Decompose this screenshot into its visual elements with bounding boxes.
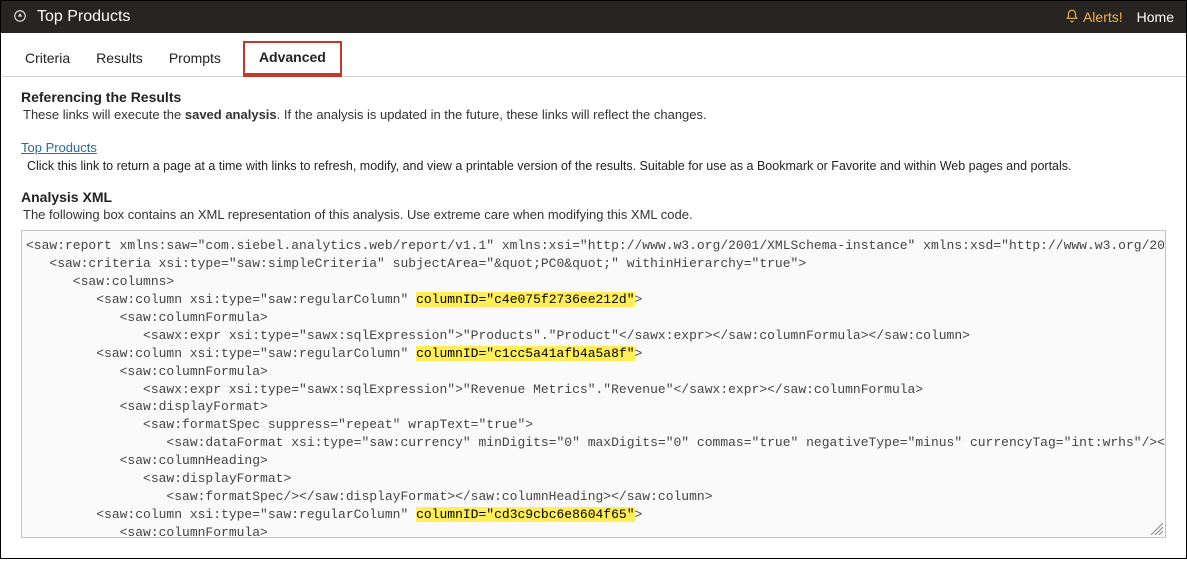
tab-advanced[interactable]: Advanced: [243, 41, 342, 77]
app-header: Top Products Alerts! Home: [1, 1, 1186, 33]
resize-handle-icon[interactable]: [1151, 523, 1163, 535]
app-icon: [13, 9, 27, 26]
ref-desc-prefix: These links will execute the: [23, 107, 185, 122]
top-products-link[interactable]: Top Products: [21, 140, 97, 155]
page-title: Top Products: [37, 8, 130, 26]
referencing-desc: These links will execute the saved analy…: [23, 107, 1166, 122]
content-area: Referencing the Results These links will…: [1, 77, 1186, 558]
top-products-link-desc: Click this link to return a page at a ti…: [27, 159, 1166, 173]
xml-highlight-1: columnID="c4e075f2736ee212d": [416, 292, 634, 307]
ref-desc-bold: saved analysis: [185, 107, 277, 122]
referencing-heading: Referencing the Results: [21, 89, 1166, 105]
tab-results[interactable]: Results: [92, 42, 147, 76]
xml-seg3: > <saw:columnFormula> <sawx:expr xsi:typ…: [26, 346, 1166, 522]
tab-criteria[interactable]: Criteria: [21, 42, 74, 76]
analysis-xml-textarea[interactable]: <saw:report xmlns:saw="com.siebel.analyt…: [21, 230, 1166, 538]
xml-highlight-3: columnID="cd3c9cbc6e8604f65": [416, 507, 634, 522]
tab-prompts[interactable]: Prompts: [165, 42, 225, 76]
home-link[interactable]: Home: [1137, 9, 1174, 25]
tabs-bar: Criteria Results Prompts Advanced: [1, 33, 1186, 77]
alerts-link[interactable]: Alerts!: [1065, 9, 1123, 26]
analysis-xml-desc: The following box contains an XML repres…: [23, 207, 1166, 222]
alerts-label: Alerts!: [1083, 9, 1123, 25]
bell-icon: [1065, 9, 1079, 26]
analysis-xml-heading: Analysis XML: [21, 189, 1166, 205]
xml-highlight-2: columnID="c1cc5a41afb4a5a8f": [416, 346, 634, 361]
header-left: Top Products: [13, 8, 130, 26]
header-right: Alerts! Home: [1065, 9, 1174, 26]
ref-desc-suffix: . If the analysis is updated in the futu…: [277, 107, 707, 122]
